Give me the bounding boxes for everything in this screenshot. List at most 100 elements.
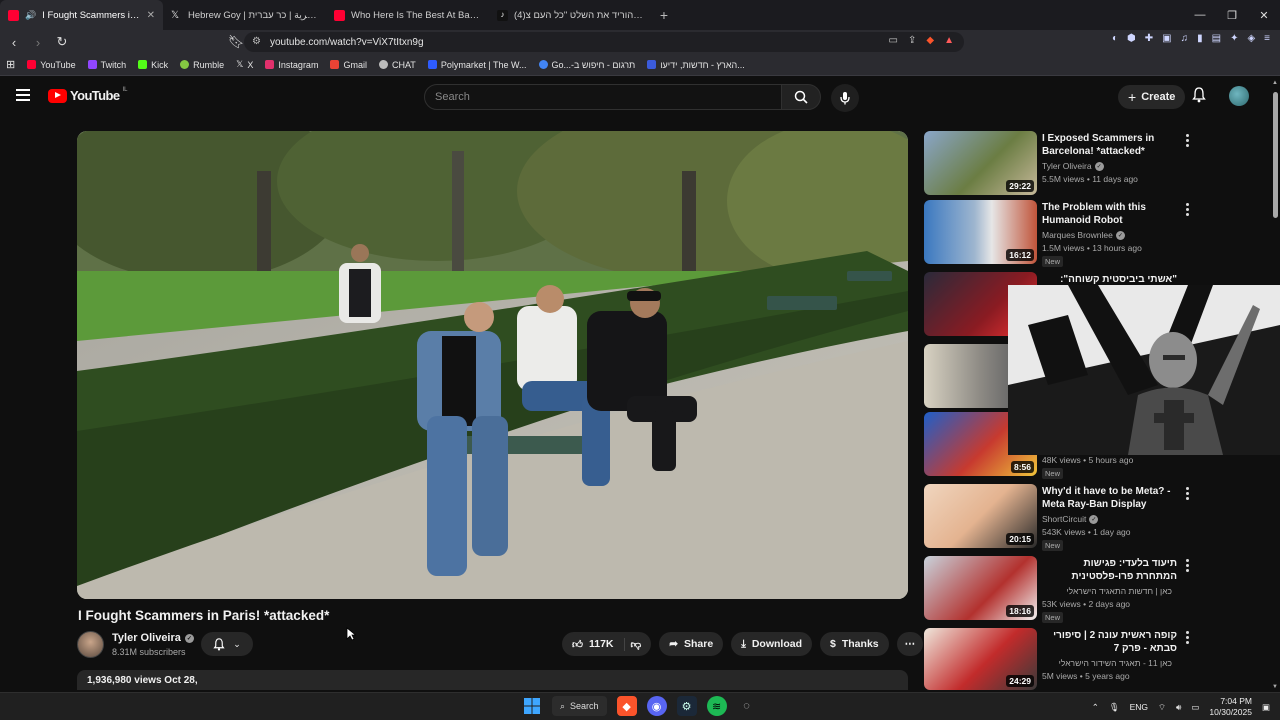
bookmark-x[interactable]: 𝕏X (236, 59, 253, 70)
close-window-icon[interactable]: ✕ (1248, 0, 1280, 30)
leo-icon[interactable]: ✦ (1230, 33, 1238, 44)
wallet-icon[interactable]: ▤ (1212, 33, 1221, 44)
tab-hebrew-goy[interactable]: 𝕏 Hebrew Goy | عوني العبرية | כר עברית (163, 0, 326, 30)
scrollbar-thumb[interactable] (1273, 92, 1278, 218)
bookmark-polymarket[interactable]: Polymarket | The W... (427, 60, 527, 70)
bookmark-rumble[interactable]: Rumble (180, 60, 224, 70)
battery-icon[interactable]: ▭ (1191, 702, 1199, 713)
video-player[interactable] (77, 131, 908, 599)
shield-icon[interactable]: ⬢ (1127, 33, 1136, 44)
download-button[interactable]: ⤓ Download (731, 632, 813, 656)
account-avatar[interactable] (1229, 86, 1249, 106)
apps-grid-icon[interactable]: ⊞ (6, 58, 15, 71)
subscribed-notifications-button[interactable]: ⌄ (201, 632, 253, 656)
recommendation-item[interactable]: 16:12 The Problem with this Humanoid Rob… (924, 200, 1264, 267)
create-button[interactable]: + Create (1118, 85, 1186, 109)
windows-start-icon[interactable] (522, 696, 542, 716)
reload-icon[interactable]: ↻ (52, 32, 72, 52)
page-scrollbar[interactable]: ▲ ▼ (1272, 80, 1279, 690)
more-vertical-icon[interactable] (1186, 134, 1190, 149)
screenshot-icon[interactable]: ▣ (1162, 33, 1171, 44)
description-box[interactable]: 1,936,980 views Oct 28, (77, 670, 908, 690)
video-thumbnail[interactable]: 20:15 (924, 484, 1037, 548)
spotify-icon[interactable]: ≋ (706, 696, 727, 716)
clock[interactable]: 7:04 PM 10/30/2025 (1209, 696, 1252, 718)
language-indicator[interactable]: ENG (1130, 702, 1148, 712)
app-icon[interactable]: ◌ (737, 696, 757, 716)
more-vertical-icon[interactable] (1186, 487, 1190, 502)
more-vertical-icon[interactable] (1186, 203, 1190, 218)
recommendation-meta: 5.5M views • 11 days ago (1042, 174, 1138, 184)
recommendation-item[interactable]: 18:16 תיעוד בלעדי: פגישות המתחרת פרו-פלס… (924, 556, 1264, 623)
wifi-icon[interactable]: ⌔ (1158, 702, 1166, 713)
bookmark-google-translate[interactable]: Go...-תרגום - חיפוש ב (538, 60, 635, 70)
close-tab-icon[interactable]: ✕ (147, 10, 155, 21)
notification-icon[interactable]: ▣ (1262, 702, 1270, 713)
share-page-icon[interactable]: ⇪ (908, 35, 916, 46)
recommendation-item[interactable]: 29:22 I Exposed Scammers in Barcelona! *… (924, 131, 1264, 195)
bookmark-kick[interactable]: Kick (138, 60, 168, 70)
verified-icon: ✓ (1115, 230, 1125, 240)
video-thumbnail[interactable]: 16:12 (924, 200, 1037, 264)
new-tab-button[interactable]: + (652, 7, 676, 23)
microphone-icon[interactable]: 🎙︎ (1109, 702, 1120, 713)
scroll-down-icon[interactable]: ▼ (1272, 684, 1278, 690)
music-icon[interactable]: ♫ (1181, 33, 1189, 44)
channel-name[interactable]: Tyler Oliveira ✓ (112, 632, 194, 644)
notifications-button[interactable] (1192, 87, 1206, 108)
taskbar-search[interactable]: ⌕ Search (552, 696, 607, 716)
hamburger-menu-icon[interactable] (16, 89, 30, 101)
discord-icon[interactable]: ◉ (646, 696, 667, 716)
microphone-icon (840, 92, 850, 105)
steam-icon[interactable]: ⚙︎ (676, 696, 697, 716)
bookmark-chat[interactable]: CHAT (378, 60, 416, 70)
extension-icon[interactable]: ◐ (1112, 33, 1118, 44)
more-actions-button[interactable]: ⋯ (896, 632, 924, 656)
tab-youtube-paris[interactable]: 🔊 I Fought Scammers in Paris! * ✕ (0, 0, 163, 30)
brave-shield-icon[interactable]: ◆ (926, 35, 934, 46)
recommendation-item[interactable]: 24:29 קופה ראשית עונה 2 | סיפורי סבתא - … (924, 628, 1264, 690)
channel-avatar[interactable] (77, 631, 104, 658)
bookmark-icon[interactable]: 🔖︎ (226, 32, 246, 52)
brave-browser-icon[interactable]: ◆ (616, 696, 637, 716)
forward-icon[interactable]: › (28, 32, 48, 52)
like-button[interactable]: 👍︎ 117K (572, 637, 625, 651)
thanks-button[interactable]: $ Thanks (820, 632, 889, 656)
chevron-up-icon[interactable]: ⌃ (1092, 702, 1099, 713)
sidebar-icon[interactable]: ▮ (1197, 33, 1203, 44)
back-icon[interactable]: ‹ (4, 32, 24, 52)
dislike-button[interactable]: 👎︎ (631, 638, 642, 651)
video-thumbnail[interactable]: 18:16 (924, 556, 1037, 620)
vpn-icon[interactable]: ◈ (1247, 33, 1255, 44)
puzzle-icon[interactable]: ✚ (1145, 33, 1153, 44)
install-icon[interactable]: ▭ (889, 35, 898, 46)
bookmark-youtube[interactable]: YouTube (27, 60, 76, 70)
more-vertical-icon[interactable] (1186, 559, 1190, 574)
share-button[interactable]: ➦ Share (659, 632, 724, 656)
search-input[interactable]: Search (424, 84, 782, 110)
tab-tiktok[interactable]: ♪ (4)חרדים הוריד את השלט "כל העם צ (489, 0, 652, 30)
scroll-up-icon[interactable]: ▲ (1272, 80, 1278, 86)
video-thumbnail[interactable]: 24:29 (924, 628, 1037, 690)
recommendation-channel: כאן 11 - תאגיד השידור הישראלי (1042, 658, 1172, 668)
menu-icon[interactable]: ≡ (1264, 33, 1270, 44)
volume-icon[interactable]: 🔊︎ (1176, 702, 1181, 713)
restore-icon[interactable]: ❐ (1216, 0, 1248, 30)
search-button[interactable] (781, 84, 821, 110)
more-vertical-icon[interactable] (1186, 631, 1190, 646)
youtube-logo[interactable]: YouTube IL (48, 87, 128, 103)
speaker-icon[interactable]: 🔊 (25, 10, 36, 21)
recommendation-item[interactable]: 20:15 Why'd it have to be Meta? - Meta R… (924, 484, 1264, 551)
tab-basketball[interactable]: Who Here Is The Best At Basketball? (326, 0, 489, 30)
voice-search-button[interactable] (831, 84, 859, 112)
address-bar[interactable]: ⚙︎ youtube.com/watch?v=ViX7tItxn9g ▭ ⇪ ◆… (244, 32, 964, 52)
site-settings-icon[interactable]: ⚙︎ (252, 36, 261, 47)
verified-icon: ✓ (184, 633, 194, 643)
bookmark-haaretz[interactable]: הארץ - חדשות, ידיעו... (647, 60, 745, 70)
minimize-icon[interactable]: — (1184, 0, 1216, 30)
video-thumbnail[interactable]: 29:22 (924, 131, 1037, 195)
brave-rewards-icon[interactable]: ▲ (944, 35, 954, 46)
bookmark-twitch[interactable]: Twitch (87, 60, 126, 70)
bookmark-instagram[interactable]: Instagram (265, 60, 318, 70)
bookmark-gmail[interactable]: Gmail (330, 60, 367, 70)
